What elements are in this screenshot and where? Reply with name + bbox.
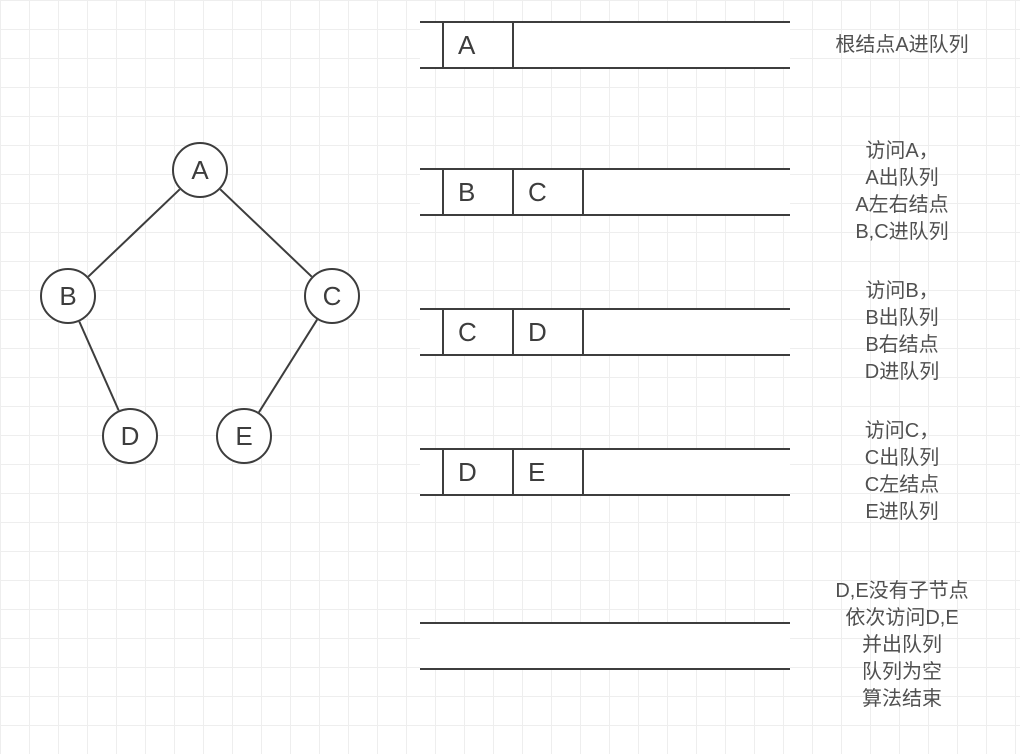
- queue-cell: A: [444, 23, 514, 67]
- tree-node-C: C: [304, 268, 360, 324]
- queue: C D: [420, 308, 790, 356]
- queue-cell: C: [514, 170, 584, 214]
- queue-cell: B: [444, 170, 514, 214]
- queue-cell: D: [444, 450, 514, 494]
- queue: [420, 622, 790, 670]
- node-label: C: [323, 281, 342, 312]
- queue: B C: [420, 168, 790, 216]
- node-label: A: [191, 155, 208, 186]
- step-caption: 访问C， C出队列 C左结点 E进队列: [812, 418, 992, 526]
- bfs-step-3: C D 访问B， B出队列 B右结点 D进队列: [420, 278, 1000, 386]
- bfs-step-2: B C 访问A， A出队列 A左右结点 B,C进队列: [420, 138, 1000, 246]
- tree-node-B: B: [40, 268, 96, 324]
- step-caption: 访问A， A出队列 A左右结点 B,C进队列: [812, 138, 992, 246]
- queue-lead: [420, 170, 444, 214]
- bfs-step-1: A 根结点A进队列: [420, 21, 1000, 69]
- queue-lead: [420, 310, 444, 354]
- queue-lead: [420, 23, 444, 67]
- node-label: E: [235, 421, 252, 452]
- step-caption: 根结点A进队列: [812, 32, 992, 59]
- step-caption: D,E没有子节点 依次访问D,E 并出队列 队列为空 算法结束: [812, 578, 992, 713]
- queue-cell: C: [444, 310, 514, 354]
- step-caption: 访问B， B出队列 B右结点 D进队列: [812, 278, 992, 386]
- tree-edges: [0, 0, 400, 520]
- queue-lead: [420, 450, 444, 494]
- node-label: D: [121, 421, 140, 452]
- bfs-step-4: D E 访问C， C出队列 C左结点 E进队列: [420, 418, 1000, 526]
- queue: D E: [420, 448, 790, 496]
- tree-graph: A B C D E: [0, 0, 400, 520]
- queue-cell: E: [514, 450, 584, 494]
- tree-node-D: D: [102, 408, 158, 464]
- tree-node-E: E: [216, 408, 272, 464]
- queue: A: [420, 21, 790, 69]
- queue-cell: D: [514, 310, 584, 354]
- tree-node-A: A: [172, 142, 228, 198]
- bfs-step-5: D,E没有子节点 依次访问D,E 并出队列 队列为空 算法结束: [420, 578, 1000, 713]
- node-label: B: [59, 281, 76, 312]
